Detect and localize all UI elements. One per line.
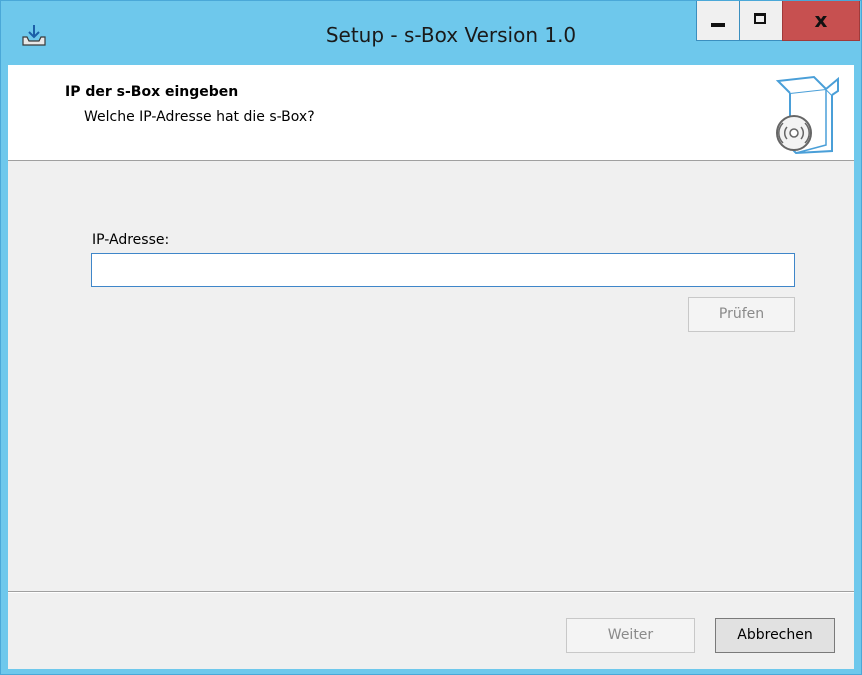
maximize-icon [754, 13, 766, 24]
maximize-button[interactable] [739, 1, 783, 41]
check-button[interactable]: Prüfen [688, 297, 795, 332]
software-box-disc-icon [775, 75, 839, 155]
ip-address-input[interactable] [91, 253, 795, 287]
next-button[interactable]: Weiter [566, 618, 695, 653]
close-icon: x [814, 8, 828, 32]
minimize-button[interactable] [696, 1, 740, 41]
cancel-button[interactable]: Abbrechen [715, 618, 835, 653]
wizard-header: IP der s-Box eingeben Welche IP-Adresse … [8, 65, 854, 161]
close-button[interactable]: x [782, 1, 860, 41]
page-subtitle: Welche IP-Adresse hat die s-Box? [84, 109, 315, 125]
title-bar[interactable]: Setup - s-Box Version 1.0 x [1, 1, 861, 65]
setup-window: Setup - s-Box Version 1.0 x IP der s-Box… [0, 0, 862, 675]
page-title: IP der s-Box eingeben [65, 84, 239, 100]
ip-address-label: IP-Adresse: [92, 232, 170, 248]
wizard-body: IP der s-Box eingeben Welche IP-Adresse … [8, 65, 854, 669]
footer-divider [8, 591, 854, 593]
minimize-icon [711, 23, 725, 27]
